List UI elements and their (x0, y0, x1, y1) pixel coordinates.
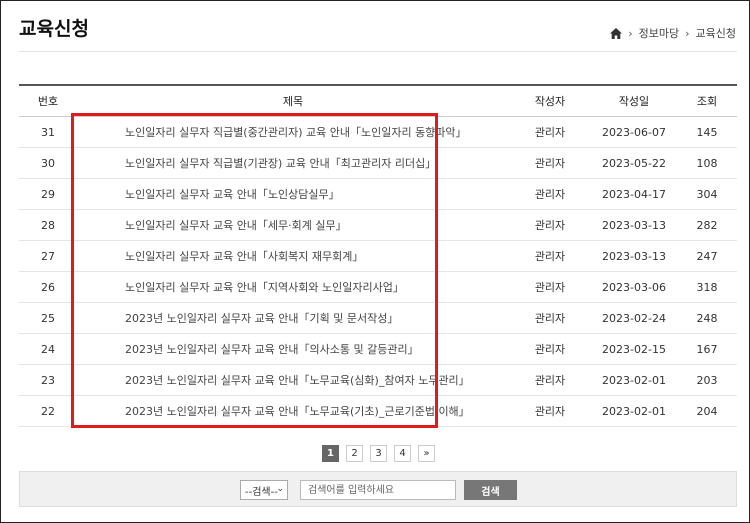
row-subject-link[interactable]: 노인일자리 실무자 직급별(중간관리자) 교육 안내「노인일자리 동향파악」 (77, 116, 509, 148)
row-writer: 관리자 (509, 302, 591, 334)
row-date: 2023-03-06 (591, 271, 677, 303)
search-button[interactable]: 검색 (464, 480, 517, 500)
row-num: 28 (19, 209, 77, 241)
pagination: 1 2 3 4 » (322, 445, 435, 462)
header-subject: 제목 (77, 84, 509, 117)
table-row: 24 2023년 노인일자리 실무자 교육 안내「의사소통 및 갈등관리」 관리… (19, 333, 737, 365)
row-writer: 관리자 (509, 147, 591, 179)
row-subject-link[interactable]: 노인일자리 실무자 직급별(기관장) 교육 안내「최고관리자 리더십」 (77, 147, 509, 179)
chevron-right-icon: › (628, 26, 633, 40)
row-num: 24 (19, 333, 77, 365)
row-date: 2023-02-24 (591, 302, 677, 334)
row-date: 2023-03-13 (591, 240, 677, 272)
row-subject-link[interactable]: 노인일자리 실무자 교육 안내「지역사회와 노인일자리사업」 (77, 271, 509, 303)
row-views: 145 (677, 116, 737, 148)
row-views: 203 (677, 364, 737, 396)
row-writer: 관리자 (509, 333, 591, 365)
row-writer: 관리자 (509, 178, 591, 210)
row-date: 2023-02-01 (591, 364, 677, 396)
row-writer: 관리자 (509, 209, 591, 241)
page-button-3[interactable]: 3 (370, 445, 387, 462)
row-writer: 관리자 (509, 116, 591, 148)
header-writer: 작성자 (509, 84, 591, 117)
page-button-2[interactable]: 2 (346, 445, 363, 462)
row-date: 2023-06-07 (591, 116, 677, 148)
table-row: 27 노인일자리 실무자 교육 안내「사회복지 재무회계」 관리자 2023-0… (19, 240, 737, 272)
row-subject-link[interactable]: 노인일자리 실무자 교육 안내「노인상담실무」 (77, 178, 509, 210)
search-type-value: --검색-- (245, 486, 278, 498)
row-views: 167 (677, 333, 737, 365)
row-num: 22 (19, 395, 77, 427)
header-views: 조회 (677, 84, 737, 117)
row-views: 304 (677, 178, 737, 210)
table-row: 22 2023년 노인일자리 실무자 교육 안내「노무교육(기초)_근로기준법 … (19, 395, 737, 427)
table-header-row: 번호 제목 작성자 작성일 조회 (19, 84, 737, 117)
page-button-1[interactable]: 1 (322, 445, 339, 462)
table-row: 28 노인일자리 실무자 교육 안내「세무·회계 실무」 관리자 2023-03… (19, 209, 737, 241)
table-row: 23 2023년 노인일자리 실무자 교육 안내「노무교육(심화)_참여자 노무… (19, 364, 737, 396)
row-subject-link[interactable]: 2023년 노인일자리 실무자 교육 안내「노무교육(심화)_참여자 노무관리」 (77, 364, 509, 396)
row-subject-link[interactable]: 2023년 노인일자리 실무자 교육 안내「노무교육(기초)_근로기준법 이해」 (77, 395, 509, 427)
row-writer: 관리자 (509, 364, 591, 396)
page-title: 교육신청 (19, 18, 89, 40)
row-views: 318 (677, 271, 737, 303)
row-writer: 관리자 (509, 240, 591, 272)
row-views: 247 (677, 240, 737, 272)
row-writer: 관리자 (509, 395, 591, 427)
header-num: 번호 (19, 84, 77, 117)
row-views: 204 (677, 395, 737, 427)
title-divider (19, 51, 737, 52)
row-num: 23 (19, 364, 77, 396)
search-bar: --검색-- ⌄ 검색 (19, 471, 737, 507)
chevron-right-icon: › (685, 26, 690, 40)
row-num: 26 (19, 271, 77, 303)
table-row: 25 2023년 노인일자리 실무자 교육 안내「기획 및 문서작성」 관리자 … (19, 302, 737, 334)
row-date: 2023-02-15 (591, 333, 677, 365)
search-input[interactable] (300, 480, 456, 500)
row-subject-link[interactable]: 2023년 노인일자리 실무자 교육 안내「의사소통 및 갈등관리」 (77, 333, 509, 365)
breadcrumb: › 정보마당 › 교육신청 (610, 25, 736, 41)
row-date: 2023-04-17 (591, 178, 677, 210)
row-views: 248 (677, 302, 737, 334)
row-subject-link[interactable]: 노인일자리 실무자 교육 안내「세무·회계 실무」 (77, 209, 509, 241)
board-table: 번호 제목 작성자 작성일 조회 31 노인일자리 실무자 직급별(중간관리자)… (19, 84, 737, 427)
search-type-select[interactable]: --검색-- ⌄ (240, 480, 288, 500)
row-num: 31 (19, 116, 77, 148)
row-subject-link[interactable]: 노인일자리 실무자 교육 안내「사회복지 재무회계」 (77, 240, 509, 272)
row-date: 2023-03-13 (591, 209, 677, 241)
row-date: 2023-05-22 (591, 147, 677, 179)
home-icon[interactable] (610, 27, 623, 39)
table-row: 31 노인일자리 실무자 직급별(중간관리자) 교육 안내「노인일자리 동향파악… (19, 116, 737, 148)
chevron-down-icon: ⌄ (276, 484, 284, 494)
table-row: 29 노인일자리 실무자 교육 안내「노인상담실무」 관리자 2023-04-1… (19, 178, 737, 210)
breadcrumb-item[interactable]: 정보마당 (639, 25, 679, 41)
row-num: 27 (19, 240, 77, 272)
page-button-4[interactable]: 4 (394, 445, 411, 462)
row-num: 25 (19, 302, 77, 334)
table-row: 30 노인일자리 실무자 직급별(기관장) 교육 안내「최고관리자 리더십」 관… (19, 147, 737, 179)
breadcrumb-item-current[interactable]: 교육신청 (696, 25, 736, 41)
row-date: 2023-02-01 (591, 395, 677, 427)
row-views: 108 (677, 147, 737, 179)
row-num: 30 (19, 147, 77, 179)
row-num: 29 (19, 178, 77, 210)
header-date: 작성일 (591, 84, 677, 117)
row-subject-link[interactable]: 2023년 노인일자리 실무자 교육 안내「기획 및 문서작성」 (77, 302, 509, 334)
next-page-icon[interactable]: » (418, 445, 435, 462)
row-views: 282 (677, 209, 737, 241)
table-row: 26 노인일자리 실무자 교육 안내「지역사회와 노인일자리사업」 관리자 20… (19, 271, 737, 303)
row-writer: 관리자 (509, 271, 591, 303)
